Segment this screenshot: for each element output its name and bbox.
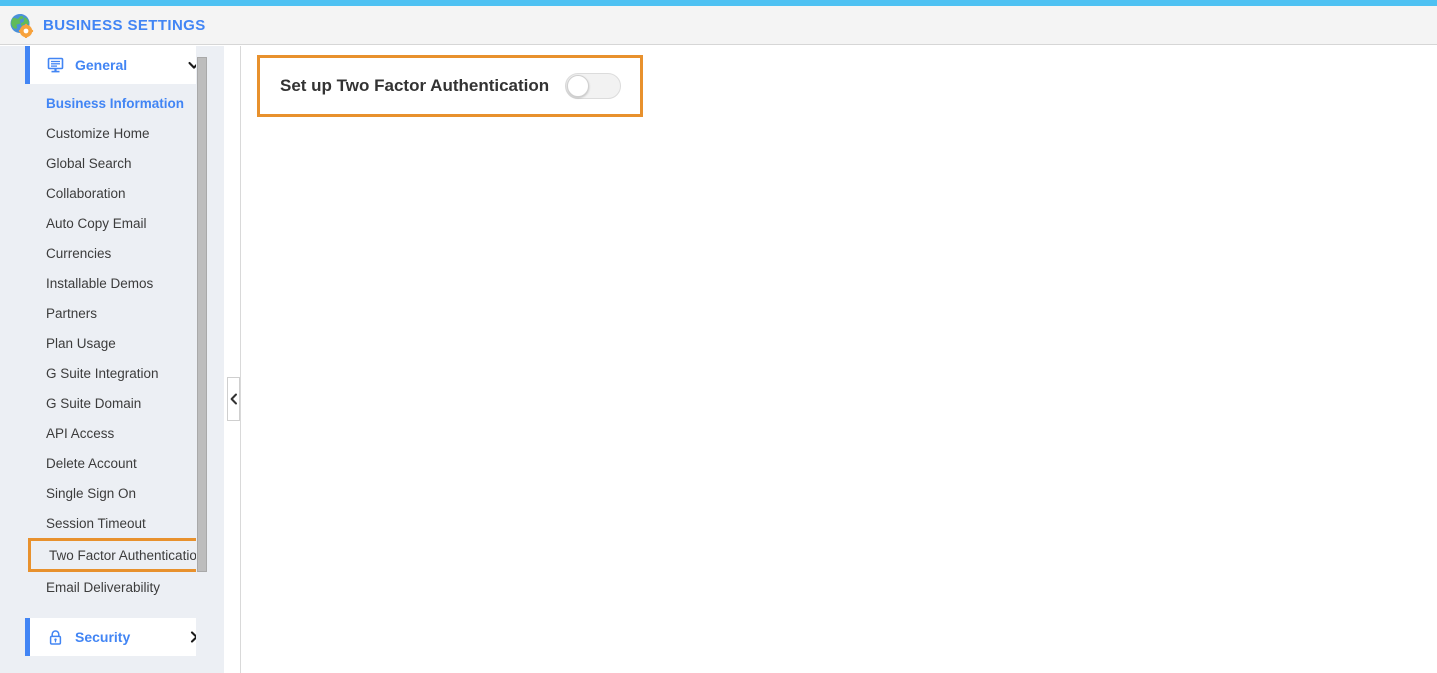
sidebar-item-label: G Suite Integration xyxy=(46,365,159,381)
sidebar-section-label: General xyxy=(75,57,128,73)
globe-gear-icon xyxy=(8,12,34,39)
sidebar-general-items: Business Information Customize Home Glob… xyxy=(0,88,224,602)
two-factor-authentication-toggle[interactable] xyxy=(565,73,622,99)
sidebar-item-label: Session Timeout xyxy=(46,515,146,531)
sidebar-section-security[interactable]: Security xyxy=(25,618,205,656)
sidebar-item-single-sign-on[interactable]: Single Sign On xyxy=(0,478,224,508)
sidebar-item-api-access[interactable]: API Access xyxy=(0,418,224,448)
sidebar-item-label: Plan Usage xyxy=(46,335,116,351)
sidebar-item-installable-demos[interactable]: Installable Demos xyxy=(0,268,224,298)
sidebar-item-label: Installable Demos xyxy=(46,275,154,291)
sidebar-item-global-search[interactable]: Global Search xyxy=(0,148,224,178)
app-header: BUSINESS SETTINGS xyxy=(0,6,1437,45)
sidebar-item-label: Single Sign On xyxy=(46,485,137,501)
sidebar-item-currencies[interactable]: Currencies xyxy=(0,238,224,268)
two-factor-authentication-card: Set up Two Factor Authentication xyxy=(257,55,643,117)
sidebar-item-label: Partners xyxy=(46,305,98,321)
sidebar-item-label: Email Deliverability xyxy=(46,579,161,595)
sidebar-section-general[interactable]: General xyxy=(25,46,205,84)
main-content: Set up Two Factor Authentication xyxy=(241,46,1437,673)
sidebar-item-delete-account[interactable]: Delete Account xyxy=(0,448,224,478)
sidebar-item-label: Currencies xyxy=(46,245,112,261)
sidebar-item-two-factor-authentication[interactable]: Two Factor Authentication xyxy=(28,538,205,572)
sidebar-item-auto-copy-email[interactable]: Auto Copy Email xyxy=(0,208,224,238)
sidebar-item-label: Global Search xyxy=(46,155,132,171)
sidebar-item-label: Delete Account xyxy=(46,455,137,471)
sidebar-item-email-deliverability[interactable]: Email Deliverability xyxy=(0,572,224,602)
body-area: General Business Information Customize H… xyxy=(0,46,1437,673)
sidebar-item-partners[interactable]: Partners xyxy=(0,298,224,328)
sidebar-item-label: Business Information xyxy=(46,95,185,111)
monitor-icon xyxy=(47,57,64,74)
sidebar-item-label: Two Factor Authentication xyxy=(49,547,205,563)
card-title: Set up Two Factor Authentication xyxy=(280,76,550,95)
sidebar-item-label: Collaboration xyxy=(46,185,126,201)
sidebar-item-label: Customize Home xyxy=(46,125,150,141)
page-title: BUSINESS SETTINGS xyxy=(43,16,206,34)
lock-icon xyxy=(47,629,64,646)
sidebar-item-g-suite-integration[interactable]: G Suite Integration xyxy=(0,358,224,388)
sidebar-item-label: G Suite Domain xyxy=(46,395,142,411)
settings-sidebar: General Business Information Customize H… xyxy=(0,46,224,673)
sidebar-section-label: Security xyxy=(75,629,131,645)
sidebar-scrollbar-thumb[interactable] xyxy=(197,57,207,572)
sidebar-item-g-suite-domain[interactable]: G Suite Domain xyxy=(0,388,224,418)
toggle-knob xyxy=(567,75,590,97)
sidebar-collapse-handle[interactable] xyxy=(227,377,240,421)
sidebar-item-label: Auto Copy Email xyxy=(46,215,147,231)
sidebar-item-session-timeout[interactable]: Session Timeout xyxy=(0,508,224,538)
sidebar-item-collaboration[interactable]: Collaboration xyxy=(0,178,224,208)
sidebar-item-business-information[interactable]: Business Information xyxy=(0,88,224,118)
sidebar-item-customize-home[interactable]: Customize Home xyxy=(0,118,224,148)
sidebar-item-label: API Access xyxy=(46,425,115,441)
sidebar-item-plan-usage[interactable]: Plan Usage xyxy=(0,328,224,358)
